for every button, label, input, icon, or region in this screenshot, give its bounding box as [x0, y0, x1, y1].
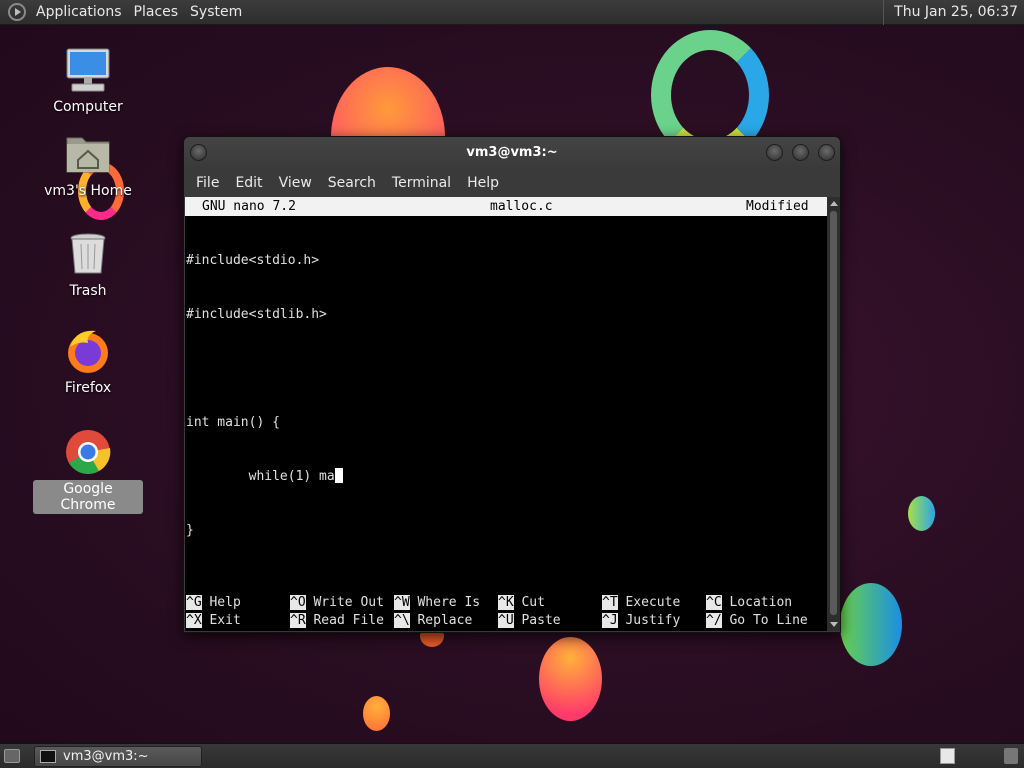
terminal-menubar: File Edit View Search Terminal Help	[184, 169, 840, 196]
maximize-button[interactable]	[792, 144, 809, 161]
top-panel: Applications Places System Thu Jan 25, 0…	[0, 0, 1024, 25]
shortcut-write-out[interactable]: ^O Write Out	[290, 594, 384, 612]
code-line: #include<stdio.h>	[186, 253, 320, 268]
desktop-icon-label: vm3's Home	[44, 183, 132, 199]
desktop-icon-label: Trash	[69, 283, 107, 299]
shortcut-go-to-line[interactable]: ^/ Go To Line	[706, 612, 808, 630]
places-menu[interactable]: Places	[128, 0, 185, 25]
text-cursor	[334, 468, 343, 483]
terminal-icon	[40, 750, 56, 763]
shortcut-justify[interactable]: ^J Justify	[602, 612, 680, 630]
menu-terminal[interactable]: Terminal	[384, 175, 459, 191]
chrome-icon	[64, 428, 112, 476]
shortcut-replace[interactable]: ^\ Replace	[394, 612, 472, 630]
shortcut-exit[interactable]: ^X Exit	[186, 612, 241, 630]
terminal-scrollbar[interactable]	[827, 197, 840, 631]
taskbar-button-terminal[interactable]: vm3@vm3:~	[34, 746, 202, 767]
desktop-icon-label: Google Chrome	[33, 480, 143, 514]
nano-text-buffer[interactable]: #include<stdio.h> #include<stdlib.h> int…	[186, 216, 343, 576]
taskbar-button-label: vm3@vm3:~	[63, 749, 149, 764]
window-title: vm3@vm3:~	[466, 145, 558, 160]
bottom-panel: vm3@vm3:~	[0, 743, 1024, 768]
distro-logo-icon[interactable]	[8, 3, 26, 21]
panel-clock[interactable]: Thu Jan 25, 06:37	[883, 0, 1024, 25]
desktop-icon-computer[interactable]: Computer	[33, 46, 143, 116]
shortcut-where-is[interactable]: ^W Where Is	[394, 594, 480, 612]
desktop-icon-label: Firefox	[64, 380, 112, 396]
shortcut-execute[interactable]: ^T Execute	[602, 594, 680, 612]
code-line-current: while(1) ma	[186, 468, 343, 486]
show-desktop-icon[interactable]	[4, 749, 20, 763]
wallpaper-blob	[539, 637, 602, 721]
menu-file[interactable]: File	[188, 175, 227, 191]
window-menu-button[interactable]	[190, 144, 207, 161]
shortcut-read-file[interactable]: ^R Read File	[290, 612, 384, 630]
home-folder-icon	[64, 130, 112, 178]
desktop-icon-label: Computer	[53, 99, 123, 115]
applications-menu[interactable]: Applications	[30, 0, 128, 25]
terminal-window[interactable]: vm3@vm3:~ File Edit View Search Terminal…	[183, 136, 841, 633]
menu-search[interactable]: Search	[320, 175, 384, 191]
scrollbar-thumb[interactable]	[830, 211, 837, 615]
close-button[interactable]	[818, 144, 835, 161]
scroll-up-arrow-icon[interactable]	[830, 201, 838, 206]
code-line: #include<stdlib.h>	[186, 307, 327, 322]
nano-modified-status: Modified	[746, 199, 809, 214]
firefox-icon	[64, 327, 112, 375]
code-line-text: while(1) ma	[186, 469, 335, 484]
minimize-button[interactable]	[766, 144, 783, 161]
window-titlebar[interactable]: vm3@vm3:~	[184, 137, 840, 169]
wallpaper-blob	[840, 583, 902, 666]
trash-icon	[64, 230, 112, 278]
shortcut-help[interactable]: ^G Help	[186, 594, 241, 612]
desktop-icon-trash[interactable]: Trash	[33, 230, 143, 300]
shortcut-paste[interactable]: ^U Paste	[498, 612, 561, 630]
scroll-down-arrow-icon[interactable]	[830, 622, 838, 627]
desktop-icon-home[interactable]: vm3's Home	[33, 130, 143, 200]
system-menu[interactable]: System	[184, 0, 248, 25]
shortcut-location[interactable]: ^C Location	[706, 594, 792, 612]
code-line: int main() {	[186, 415, 280, 430]
desktop-icon-chrome[interactable]: Google Chrome	[33, 428, 143, 514]
wallpaper-blob	[908, 496, 935, 531]
menu-help[interactable]: Help	[459, 175, 507, 191]
nano-filename: malloc.c	[490, 199, 553, 214]
nano-title-bar: GNU nano 7.2 malloc.c Modified	[185, 197, 827, 216]
menu-view[interactable]: View	[271, 175, 320, 191]
workspace-switcher[interactable]	[940, 748, 955, 764]
computer-icon	[64, 46, 112, 94]
code-line: }	[186, 523, 194, 538]
nano-editor[interactable]: GNU nano 7.2 malloc.c Modified #include<…	[185, 197, 827, 631]
trash-applet-icon[interactable]	[1004, 748, 1018, 764]
menu-edit[interactable]: Edit	[227, 175, 270, 191]
wallpaper-blob	[363, 696, 390, 731]
shortcut-cut[interactable]: ^K Cut	[498, 594, 545, 612]
nano-version: GNU nano 7.2	[202, 199, 296, 214]
desktop-icon-firefox[interactable]: Firefox	[33, 327, 143, 397]
